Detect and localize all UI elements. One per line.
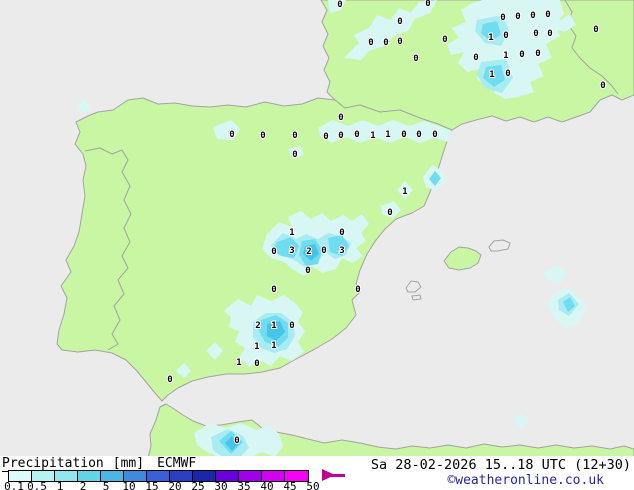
datetime-label: Sa 28-02-2026 15..18 UTC (12+30)	[370, 457, 631, 473]
precip-value: 0	[533, 29, 538, 39]
precip-value: 0	[432, 130, 437, 140]
precip-value: 1	[489, 70, 494, 80]
legend-title: Precipitation [mm] ECMWF	[2, 456, 197, 472]
precip-value: 1	[402, 187, 407, 197]
precip-value: 0	[547, 29, 552, 39]
precip-value: 0	[503, 31, 508, 41]
precip-value: 0	[500, 13, 505, 23]
precip-value: 0	[355, 285, 360, 295]
precip-value: 1	[254, 342, 259, 352]
precip-value: 1	[503, 51, 508, 61]
precip-value: 0	[593, 25, 598, 35]
precip-value: 3	[339, 246, 344, 256]
precip-value: 1	[271, 341, 276, 351]
colorbar-tick-label: 50	[306, 480, 320, 490]
precip-value: 0	[442, 35, 447, 45]
legend-unit: [mm]	[112, 456, 145, 471]
colorbar-tick-label: 25	[191, 480, 205, 490]
precip-value: 1	[488, 33, 493, 43]
island-formentera	[411, 294, 422, 301]
copyright-label: ©weatheronline.co.uk	[447, 473, 604, 488]
precip-value: 3	[289, 246, 294, 256]
precip-value: 0	[271, 285, 276, 295]
precip-value: 0	[368, 38, 373, 48]
colorbar-tick-label: 45	[283, 480, 297, 490]
precip-value: 0	[167, 375, 172, 385]
precip-value: 0	[397, 17, 402, 27]
precip-value: 0	[234, 436, 239, 446]
precip-value: 1	[385, 130, 390, 140]
weather-map-page: 0000000010000000001001000000000110000101…	[0, 0, 634, 490]
colorbar-tick-label: 1	[56, 480, 64, 490]
colorbar-tick-label: 0.5	[27, 480, 47, 490]
legend-model-label: ECMWF	[157, 456, 197, 471]
precip-value: 1	[236, 358, 241, 368]
precip-value: 0	[383, 38, 388, 48]
colorbar-tick-label: 35	[237, 480, 251, 490]
precip-value: 0	[338, 113, 343, 123]
precip-value: 0	[305, 266, 310, 276]
precip-value: 0	[292, 150, 297, 160]
precip-value: 0	[473, 53, 478, 63]
map-canvas: 0 00 0 0 0 001 0 0 00 0 0 00 0 1 0 01 0000 0 0 0 0 0 1 1 0 0 00101…	[0, 0, 634, 458]
precip-value: 0	[600, 81, 605, 91]
colorbar-tick-label: 10	[122, 480, 136, 490]
precip-value: 0	[337, 0, 342, 10]
precip-value: 0	[505, 69, 510, 79]
colorbar-tick-label: 5	[102, 480, 110, 490]
precip-value: 0	[545, 10, 550, 20]
precip-value: 0	[229, 130, 234, 140]
precip-value: 0	[321, 246, 326, 256]
precip-value: 0	[425, 0, 430, 9]
colorbar-tick-label: 20	[168, 480, 182, 490]
precip-value: 0	[519, 50, 524, 60]
precip-value: 2	[306, 247, 311, 257]
precip-value: 0	[339, 228, 344, 238]
precip-value: 0	[289, 321, 294, 331]
precip-value: 0	[530, 11, 535, 21]
colorbar-tick-label: 0.1	[4, 480, 24, 490]
precip-value: 0	[416, 130, 421, 140]
precip-value: 0	[515, 12, 520, 22]
colorbar-tick-label: 40	[260, 480, 274, 490]
precip-value: 0	[323, 132, 328, 142]
precip-value: 0	[260, 131, 265, 141]
precip-value: 0	[254, 359, 259, 369]
colorbar-tick-label: 30	[214, 480, 228, 490]
precip-value: 0	[338, 131, 343, 141]
precip-value: 0	[535, 49, 540, 59]
precip-value: 0	[401, 130, 406, 140]
precip-value: 0	[354, 130, 359, 140]
precip-value: 1	[289, 228, 294, 238]
colorbar-tick-label: 2	[79, 480, 87, 490]
precip-value: 1	[370, 131, 375, 141]
precip-value: 0	[387, 208, 392, 218]
precip-value: 0	[397, 37, 402, 47]
precip-value: 0	[271, 247, 276, 257]
colorbar-arrow-tail	[330, 474, 345, 477]
precip-value: 2	[255, 321, 260, 331]
precip-value: 0	[292, 131, 297, 141]
legend-bar: Precipitation [mm] ECMWF 0.1 0.5 1 2 5 10 15 20 25…	[0, 456, 634, 490]
precip-value: 0	[413, 54, 418, 64]
precip-value: 1	[271, 321, 276, 331]
colorbar-tick-label: 15	[145, 480, 159, 490]
